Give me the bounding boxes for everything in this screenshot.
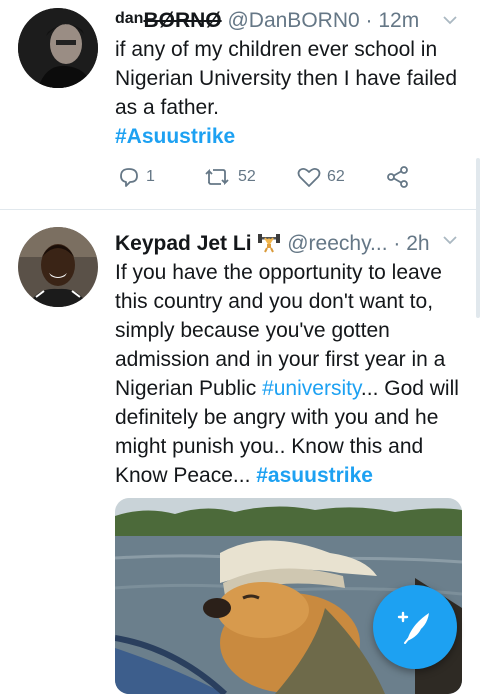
reply-count: 1 [146, 168, 155, 185]
reply-icon [120, 168, 138, 187]
retweet-button[interactable]: 52 [203, 165, 256, 189]
retweet-count: 52 [238, 168, 256, 185]
chevron-down-icon[interactable] [442, 12, 458, 28]
tweet-text-content: if any of my children ever school in Nig… [115, 38, 458, 119]
tweet-header: danBØRNØ @DanBORN0 · 12m [115, 6, 462, 34]
heart-icon [297, 167, 321, 187]
hashtag-link[interactable]: #university [262, 377, 361, 400]
handle[interactable]: @reechy... [287, 232, 387, 255]
chevron-down-icon[interactable] [442, 232, 458, 248]
avatar-image [18, 8, 98, 88]
retweet-icon [205, 168, 229, 186]
avatar[interactable] [18, 227, 98, 307]
tweet-1[interactable]: danBØRNØ @DanBORN0 · 12m if any of my ch… [0, 0, 480, 210]
tweet-actions: 1 52 62 [115, 165, 445, 195]
timestamp[interactable]: · 12m [366, 9, 420, 32]
hashtag-link[interactable]: #Asuustrike [115, 125, 235, 148]
handle[interactable]: @DanBORN0 [227, 9, 359, 32]
avatar[interactable] [18, 8, 98, 88]
tweet-header: Keypad Jet Li @reechy... · 2h [115, 229, 462, 257]
like-button[interactable]: 62 [296, 165, 345, 189]
hashtag-link[interactable]: #asuustrike [256, 464, 373, 487]
feather-plus-icon [397, 611, 429, 644]
weightlifter-icon [258, 234, 281, 253]
display-name[interactable]: Keypad Jet Li [115, 232, 252, 255]
display-name[interactable]: danBØRNØ [115, 9, 222, 32]
tweet-text: If you have the opportunity to leave thi… [115, 258, 466, 490]
compose-tweet-button[interactable] [373, 585, 457, 669]
like-count: 62 [327, 168, 345, 185]
tweet-text: if any of my children ever school in Nig… [115, 35, 466, 151]
share-button[interactable] [385, 165, 416, 189]
timestamp[interactable]: · 2h [393, 232, 429, 255]
avatar-image [18, 227, 98, 307]
reply-button[interactable]: 1 [117, 165, 155, 189]
share-icon [387, 166, 408, 188]
